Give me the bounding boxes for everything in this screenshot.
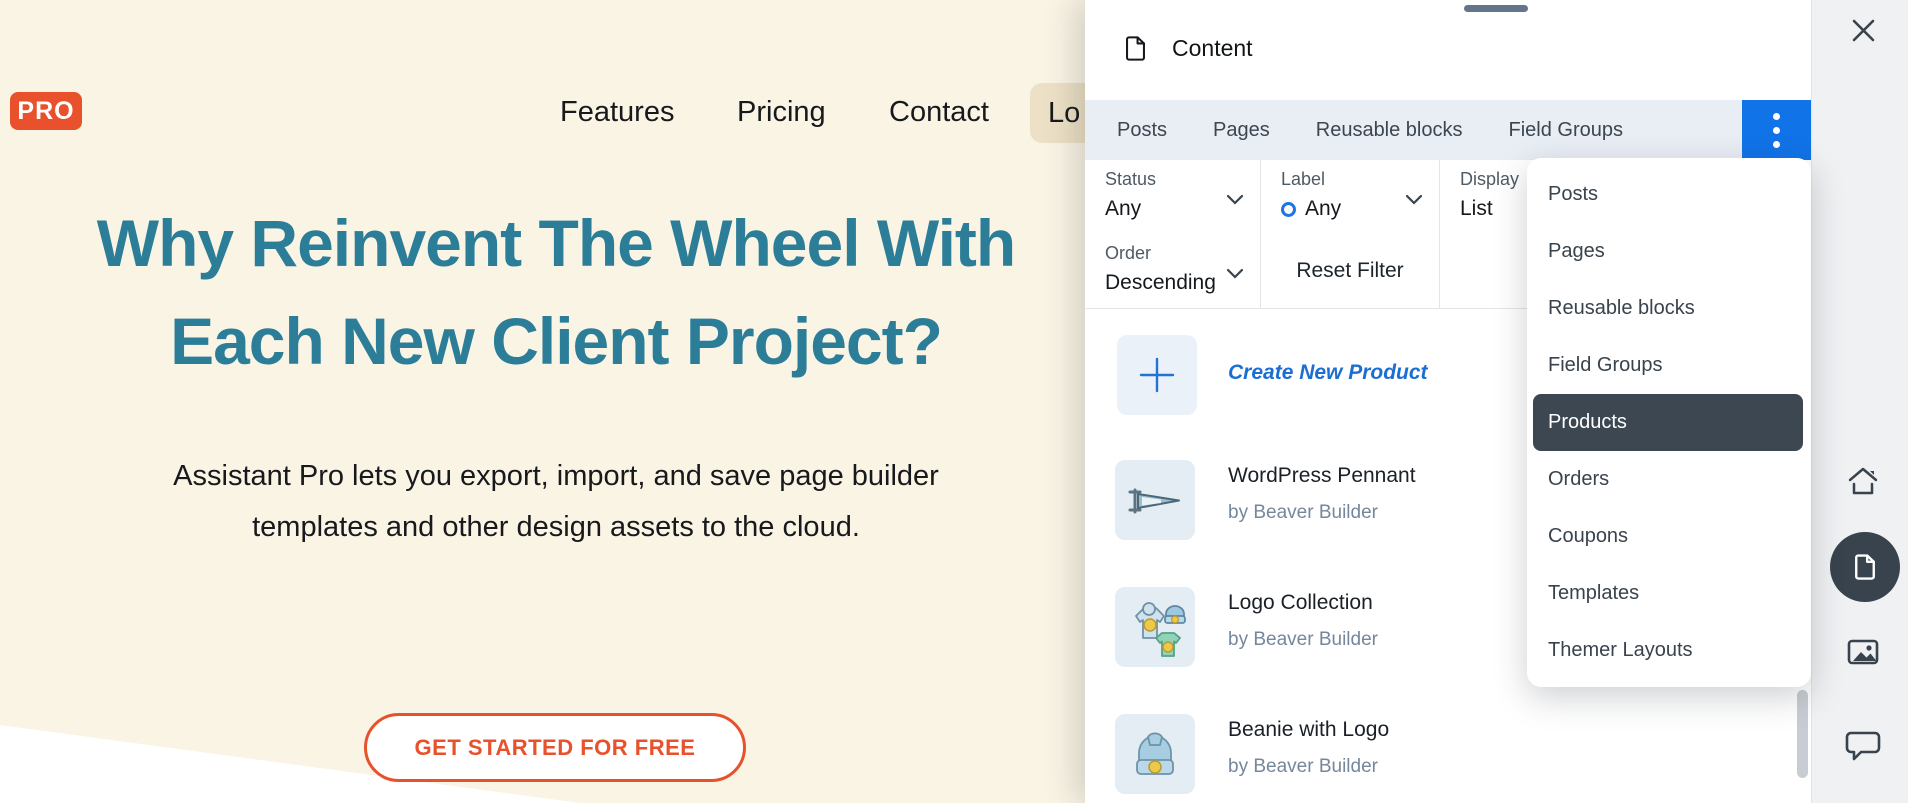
hero-heading: Why Reinvent The Wheel With Each New Cli… [0, 194, 1112, 390]
get-started-button[interactable]: GET STARTED FOR FREE [364, 713, 746, 782]
document-icon [1121, 34, 1150, 68]
product-byline: by Beaver Builder [1228, 629, 1378, 651]
order-filter-value: Descending [1105, 271, 1216, 295]
status-filter-label: Status [1105, 169, 1156, 190]
reset-filter-label: Reset Filter [1296, 259, 1403, 283]
apparel-illustration [1115, 587, 1195, 667]
menu-item-reusable-blocks[interactable]: Reusable blocks [1527, 280, 1811, 337]
close-icon[interactable] [1850, 17, 1877, 49]
label-filter-value: Any [1305, 197, 1341, 221]
status-filter[interactable]: Status Any [1085, 160, 1261, 234]
content-document-icon-active[interactable] [1830, 532, 1900, 602]
tab-posts[interactable]: Posts [1117, 119, 1167, 142]
home-icon[interactable] [1846, 464, 1880, 503]
menu-item-pages[interactable]: Pages [1527, 223, 1811, 280]
menu-item-themer-layouts[interactable]: Themer Layouts [1527, 622, 1811, 679]
menu-item-templates[interactable]: Templates [1527, 565, 1811, 622]
chevron-down-icon [1226, 266, 1244, 284]
product-title: Beanie with Logo [1228, 718, 1389, 742]
hero-paragraph-line2: templates and other design assets to the… [252, 511, 860, 543]
product-row-beanie-with-logo[interactable]: Beanie with Logo by Beaver Builder [1085, 714, 1605, 803]
tab-pages[interactable]: Pages [1213, 119, 1270, 142]
panel-header: Content [1085, 0, 1811, 100]
content-tabbar: Posts Pages Reusable blocks Field Groups [1085, 100, 1811, 160]
menu-item-products-selected[interactable]: Products [1533, 394, 1803, 451]
reset-filter-button[interactable]: Reset Filter [1261, 234, 1440, 308]
content-type-menu: Posts Pages Reusable blocks Field Groups… [1527, 158, 1811, 687]
blue-ring-icon [1281, 202, 1296, 217]
menu-item-field-groups[interactable]: Field Groups [1527, 337, 1811, 394]
content-types-menu-button[interactable] [1742, 100, 1811, 160]
display-filter-value: List [1460, 197, 1493, 221]
tab-reusable-blocks[interactable]: Reusable blocks [1316, 119, 1463, 142]
comments-icon[interactable] [1845, 729, 1881, 768]
nav-link-pricing[interactable]: Pricing [737, 96, 826, 129]
label-filter[interactable]: Label Any [1261, 160, 1440, 234]
label-filter-label: Label [1281, 169, 1325, 190]
beanie-illustration [1115, 714, 1195, 794]
plus-icon[interactable] [1117, 335, 1197, 415]
product-byline: by Beaver Builder [1228, 502, 1378, 524]
media-icon[interactable] [1846, 635, 1880, 674]
tab-field-groups[interactable]: Field Groups [1509, 119, 1624, 142]
right-sidebar [1811, 0, 1908, 803]
panel-drag-handle[interactable] [1464, 5, 1528, 12]
pennant-illustration [1115, 460, 1195, 540]
panel-scrollbar-thumb[interactable] [1797, 690, 1808, 778]
hero-heading-line2: Each New Client Project? [170, 304, 942, 378]
vertical-ellipsis-icon [1773, 113, 1780, 148]
menu-item-posts[interactable]: Posts [1527, 166, 1811, 223]
chevron-down-icon [1405, 192, 1423, 210]
product-byline: by Beaver Builder [1228, 756, 1378, 778]
order-filter-label: Order [1105, 243, 1151, 264]
nav-link-contact[interactable]: Contact [889, 96, 989, 129]
menu-item-orders[interactable]: Orders [1527, 451, 1811, 508]
menu-item-coupons[interactable]: Coupons [1527, 508, 1811, 565]
hero-heading-line1: Why Reinvent The Wheel With [97, 206, 1015, 280]
create-new-product-label[interactable]: Create New Product [1228, 361, 1428, 385]
order-filter[interactable]: Order Descending [1085, 234, 1261, 308]
hero-paragraph-line1: Assistant Pro lets you export, import, a… [173, 460, 939, 492]
screenshot-root: PRO Features Pricing Contact Lo Why Rein… [0, 0, 1908, 803]
hero-paragraph: Assistant Pro lets you export, import, a… [0, 451, 1112, 553]
panel-title: Content [1172, 35, 1253, 62]
status-filter-value: Any [1105, 197, 1141, 221]
display-filter-label: Display [1460, 169, 1519, 190]
product-title: WordPress Pennant [1228, 464, 1416, 488]
site-logo-pro-badge[interactable]: PRO [10, 92, 82, 130]
nav-link-features[interactable]: Features [560, 96, 674, 129]
product-title: Logo Collection [1228, 591, 1373, 615]
chevron-down-icon [1226, 192, 1244, 210]
